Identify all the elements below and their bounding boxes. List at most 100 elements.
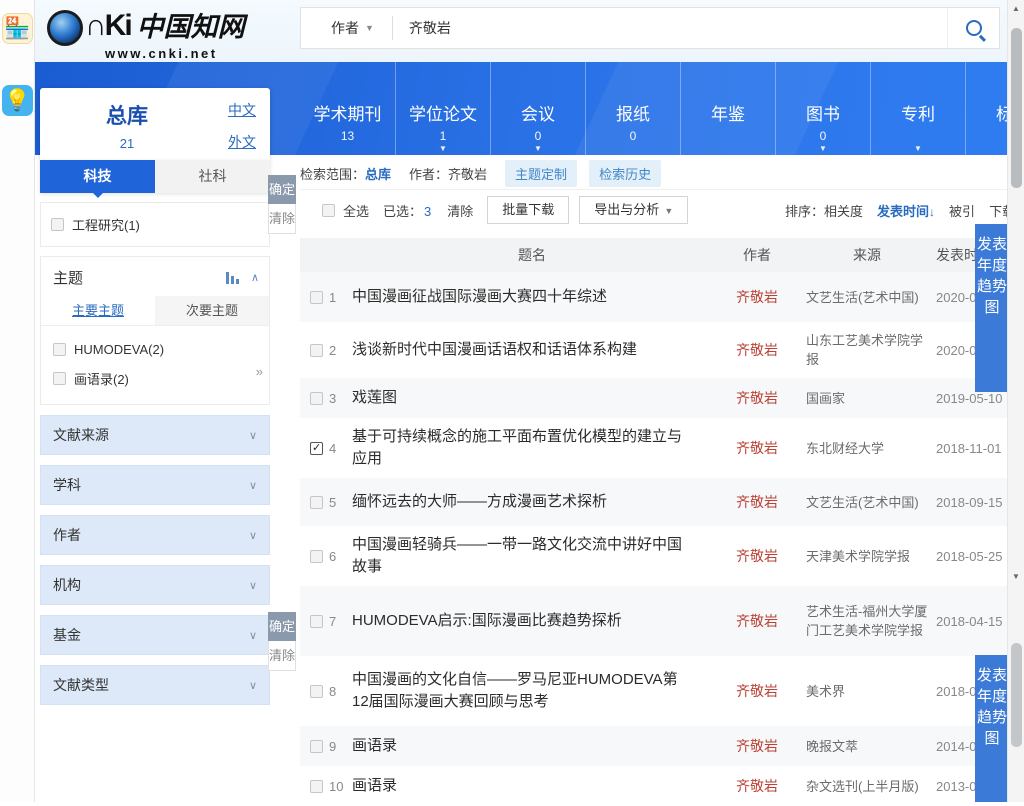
category-tab-科技[interactable]: 科技	[40, 160, 155, 193]
cnki-logo[interactable]: ∩Ki 中国知网 www.cnki.net	[47, 6, 245, 56]
scrollbar-thumb[interactable]	[1011, 28, 1022, 188]
topic-checkbox[interactable]	[53, 372, 66, 385]
row-checkbox[interactable]	[310, 392, 323, 405]
page-scrollbar[interactable]	[1007, 585, 1024, 802]
select-all-label[interactable]: 全选	[343, 201, 369, 220]
bar-chart-icon[interactable]	[226, 272, 241, 284]
row-checkbox[interactable]	[310, 344, 323, 357]
result-source-link[interactable]: 晚报文萃	[802, 737, 932, 756]
select-all-checkbox[interactable]	[322, 204, 335, 217]
sort-cited[interactable]: 被引	[949, 201, 975, 220]
nav-tab-报纸[interactable]: 报纸0	[585, 62, 680, 155]
result-title-link[interactable]: 中国漫画的文化自信——罗马尼亚HUMODEVA第12届国际漫画大赛回顾与思考	[352, 669, 712, 713]
result-source-link[interactable]: 山东工艺美术学院学报	[802, 331, 932, 369]
sort-publish-time[interactable]: 发表时间↓	[877, 201, 935, 220]
row-checkbox[interactable]	[310, 291, 323, 304]
row-checkbox[interactable]	[310, 496, 323, 509]
result-title-link[interactable]: 缅怀远去的大师——方成漫画艺术探析	[352, 491, 712, 513]
result-source-link[interactable]: 天津美术学院学报	[802, 547, 932, 566]
scroll-down-icon[interactable]: ▼	[1008, 572, 1024, 581]
nav-tab-会议[interactable]: 会议0▼	[490, 62, 585, 155]
collapse-icon[interactable]: ∧	[251, 271, 259, 284]
result-author-link[interactable]: 齐敬岩	[712, 611, 802, 631]
row-checkbox[interactable]	[310, 685, 323, 698]
nav-tab-专利[interactable]: 专利▼	[870, 62, 965, 155]
clear-button[interactable]: 清除	[268, 204, 296, 234]
clear-selection-link[interactable]: 清除	[447, 201, 473, 220]
result-author-link[interactable]: 齐敬岩	[712, 681, 802, 701]
filter-checkbox[interactable]	[51, 218, 64, 231]
result-author-link[interactable]: 齐敬岩	[712, 388, 802, 408]
clear-button[interactable]: 清除	[268, 641, 296, 671]
total-library-label[interactable]: 总库	[54, 100, 200, 130]
frame-scrollbar[interactable]: ▲ ▼	[1007, 0, 1024, 585]
nav-tab-学位论文[interactable]: 学位论文1▼	[395, 62, 490, 155]
filter-panel-文献来源[interactable]: 文献来源∨	[40, 415, 270, 455]
topic-custom-button[interactable]: 主题定制	[505, 160, 577, 187]
nav-tab-图书[interactable]: 图书0▼	[775, 62, 870, 155]
row-checkbox[interactable]	[310, 615, 323, 628]
filter-panel-机构[interactable]: 机构∨	[40, 565, 270, 605]
result-author-link[interactable]: 齐敬岩	[712, 492, 802, 512]
confirm-button[interactable]: 确定	[268, 612, 296, 641]
store-icon[interactable]: 🏪	[2, 13, 33, 44]
topic-checkbox[interactable]	[53, 343, 66, 356]
filter-sidebar: 总库 21 中文外文 科技社科 工程研究(1) 主题 ∧ 主要主题次要主题 HU…	[40, 88, 270, 705]
lang-link-外文[interactable]: 外文	[200, 132, 256, 152]
category-tab-社科[interactable]: 社科	[155, 160, 270, 193]
row-checkbox[interactable]	[310, 740, 323, 753]
result-title-link[interactable]: HUMODEVA启示:国际漫画比赛趋势探析	[352, 610, 712, 632]
result-source-link[interactable]: 艺术生活-福州大学厦门工艺美术学院学报	[802, 602, 932, 640]
filter-panel-作者[interactable]: 作者∨	[40, 515, 270, 555]
result-author-link[interactable]: 齐敬岩	[712, 438, 802, 458]
result-title-link[interactable]: 戏莲图	[352, 387, 712, 409]
expand-more-icon[interactable]: »	[256, 364, 263, 379]
row-checkbox[interactable]	[310, 780, 323, 793]
filter-panel-基金[interactable]: 基金∨	[40, 615, 270, 655]
search-button[interactable]	[947, 8, 999, 48]
table-row: 1中国漫画征战国际漫画大赛四十年综述齐敬岩文艺生活(艺术中国)2020-07-	[300, 272, 1024, 322]
scope-value[interactable]: 总库	[365, 164, 391, 183]
search-field-dropdown[interactable]: 作者 ▼	[301, 18, 392, 38]
publish-year-trend-button[interactable]: 发表年度趋势图	[975, 655, 1009, 802]
search-input[interactable]	[393, 20, 947, 36]
topic-item[interactable]: 画语录(2)	[41, 363, 269, 394]
result-title-link[interactable]: 基于可持续概念的施工平面布置优化模型的建立与应用	[352, 426, 712, 470]
filter-panel-学科[interactable]: 学科∨	[40, 465, 270, 505]
topic-item[interactable]: HUMODEVA(2)	[41, 336, 269, 363]
result-author-link[interactable]: 齐敬岩	[712, 340, 802, 360]
result-author-link[interactable]: 齐敬岩	[712, 776, 802, 796]
export-analyze-button[interactable]: 导出与分析▼	[579, 196, 688, 224]
nav-tab-学术期刊[interactable]: 学术期刊13	[300, 62, 395, 155]
row-checkbox[interactable]	[310, 442, 323, 455]
result-title-link[interactable]: 浅谈新时代中国漫画话语权和话语体系构建	[352, 339, 712, 361]
scrollbar-thumb[interactable]	[1011, 643, 1022, 747]
topic-tab-主要主题[interactable]: 主要主题	[41, 296, 155, 325]
nav-tab-年鉴[interactable]: 年鉴	[680, 62, 775, 155]
result-author-link[interactable]: 齐敬岩	[712, 736, 802, 756]
result-title-link[interactable]: 中国漫画征战国际漫画大赛四十年综述	[352, 286, 712, 308]
result-author-link[interactable]: 齐敬岩	[712, 287, 802, 307]
result-source-link[interactable]: 文艺生活(艺术中国)	[802, 288, 932, 307]
search-history-button[interactable]: 检索历史	[589, 160, 661, 187]
result-source-link[interactable]: 文艺生活(艺术中国)	[802, 493, 932, 512]
filter-panel-文献类型[interactable]: 文献类型∨	[40, 665, 270, 705]
result-source-link[interactable]: 东北财经大学	[802, 439, 932, 458]
filter-label[interactable]: 工程研究(1)	[72, 215, 140, 234]
result-source-link[interactable]: 美术界	[802, 682, 932, 701]
confirm-button[interactable]: 确定	[268, 175, 296, 204]
bulb-icon[interactable]: 💡	[2, 85, 33, 116]
lang-link-中文[interactable]: 中文	[200, 100, 256, 120]
sort-relevance[interactable]: 相关度	[824, 204, 863, 219]
result-author-link[interactable]: 齐敬岩	[712, 546, 802, 566]
publish-year-trend-button[interactable]: 发表年度趋势图	[975, 224, 1009, 392]
topic-tab-次要主题[interactable]: 次要主题	[155, 296, 269, 325]
batch-download-button[interactable]: 批量下载	[487, 196, 569, 224]
scroll-up-icon[interactable]: ▲	[1008, 4, 1024, 13]
result-title-link[interactable]: 画语录	[352, 735, 712, 757]
row-checkbox[interactable]	[310, 550, 323, 563]
result-title-link[interactable]: 画语录	[352, 775, 712, 797]
result-source-link[interactable]: 杂文选刊(上半月版)	[802, 777, 932, 796]
result-source-link[interactable]: 国画家	[802, 389, 932, 408]
result-title-link[interactable]: 中国漫画轻骑兵——一带一路文化交流中讲好中国故事	[352, 534, 712, 578]
